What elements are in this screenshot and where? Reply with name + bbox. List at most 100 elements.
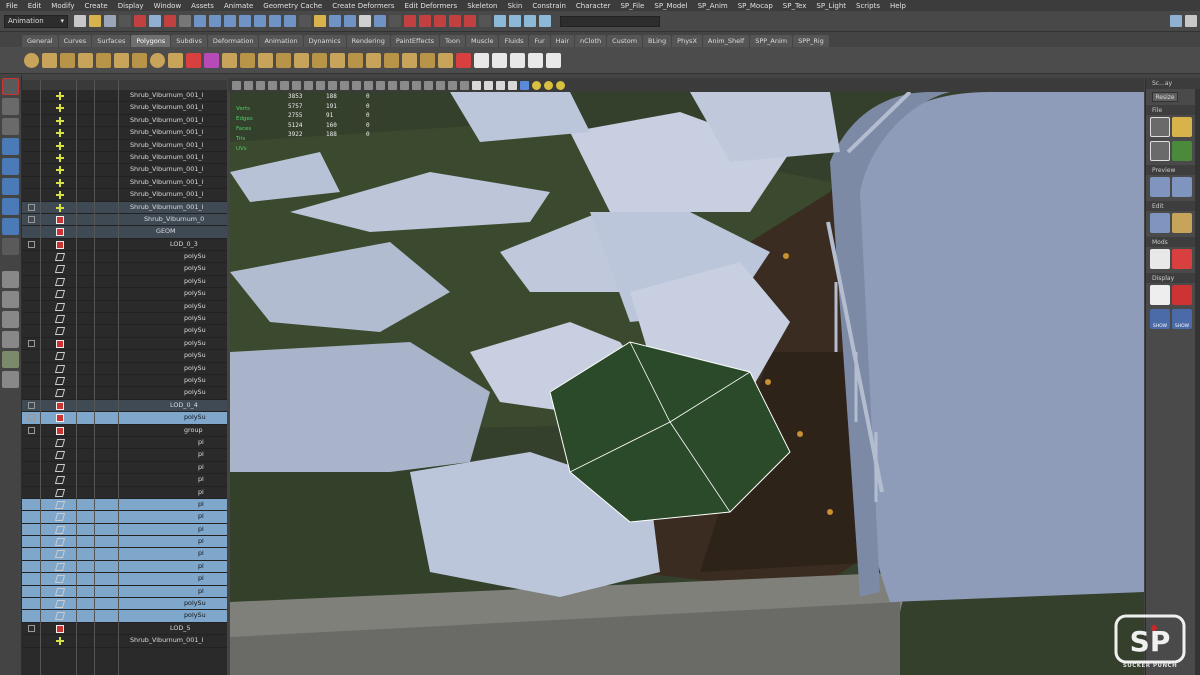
outliner-row[interactable]: GEOM <box>22 226 227 239</box>
history-icon[interactable] <box>404 15 416 27</box>
outliner-row[interactable]: pl <box>22 536 227 549</box>
smooth-shade-icon[interactable] <box>376 80 385 90</box>
tab-bling[interactable]: BLing <box>643 35 672 47</box>
mirror-icon[interactable] <box>276 52 291 68</box>
menu-sp-anim[interactable]: SP_Anim <box>698 2 728 10</box>
input-line-icon[interactable] <box>524 15 536 27</box>
pick-mask-icon[interactable] <box>224 15 236 27</box>
lights-icon[interactable] <box>412 80 421 90</box>
gate-mask-icon[interactable] <box>316 80 325 90</box>
checker-icon[interactable] <box>492 52 507 68</box>
tab-dynamics[interactable]: Dynamics <box>303 35 346 47</box>
menu-sp-tex[interactable]: SP_Tex <box>783 2 807 10</box>
outliner-row[interactable]: polySu <box>22 288 227 301</box>
render-icon[interactable] <box>419 15 431 27</box>
outliner-row[interactable]: polySu <box>22 350 227 363</box>
select-tool-icon[interactable] <box>2 78 19 95</box>
pick-mask-icon[interactable] <box>239 15 251 27</box>
outliner-row[interactable]: polySu <box>22 375 227 388</box>
3d-viewport[interactable]: Verts Edges Faces Tris UVs 3853 188 0 5757 1… <box>230 92 1144 675</box>
selected-lights-icon[interactable] <box>556 80 565 90</box>
image-plane-icon[interactable] <box>268 80 277 90</box>
tab-physx[interactable]: PhysX <box>672 35 702 47</box>
textured-icon[interactable] <box>400 80 409 90</box>
camera-icon[interactable] <box>232 80 241 90</box>
tab-spp-anim[interactable]: SPP_Anim <box>750 35 793 47</box>
grid-icon[interactable] <box>280 80 289 90</box>
tab-anim-shelf[interactable]: Anim_Shelf <box>702 35 750 47</box>
outliner-row[interactable]: Shrub_Viburnum_001_l <box>22 90 227 103</box>
reduce-icon[interactable] <box>258 52 273 68</box>
input-line-icon[interactable] <box>509 15 521 27</box>
menu-display[interactable]: Display <box>118 2 144 10</box>
lasso-tool-icon[interactable] <box>2 98 19 115</box>
edit-box-icon[interactable] <box>1172 213 1192 233</box>
poly-sphere-icon[interactable] <box>24 52 39 68</box>
offset-edge-icon[interactable] <box>384 52 399 68</box>
poly-torus-icon[interactable] <box>114 52 129 68</box>
wireframe-on-shaded-icon[interactable] <box>388 80 397 90</box>
layout-two-icon[interactable] <box>2 311 19 328</box>
outliner-row[interactable]: pl <box>22 474 227 487</box>
shaded-sphere-icon[interactable] <box>520 80 529 90</box>
menu-assets[interactable]: Assets <box>191 2 214 10</box>
outliner-row[interactable]: polySu <box>22 412 227 425</box>
checker-icon[interactable] <box>510 52 525 68</box>
menu-skin[interactable]: Skin <box>507 2 522 10</box>
bridge-icon[interactable] <box>312 52 327 68</box>
menu-sp-mocap[interactable]: SP_Mocap <box>738 2 773 10</box>
last-tool-icon[interactable] <box>2 238 19 255</box>
outliner-row[interactable]: Shrub_Viburnum_001_l <box>22 140 227 152</box>
safe-action-icon[interactable] <box>340 80 349 90</box>
tab-fur[interactable]: Fur <box>529 35 550 47</box>
lock-icon[interactable] <box>314 15 326 27</box>
outliner-row[interactable]: polySu <box>22 610 227 623</box>
poly-cone-icon[interactable] <box>78 52 93 68</box>
menu-window[interactable]: Window <box>154 2 182 10</box>
menu-scripts[interactable]: Scripts <box>856 2 880 10</box>
outliner-row[interactable]: polySu <box>22 251 227 264</box>
layout-single-icon[interactable] <box>2 271 19 288</box>
outliner-row[interactable]: polySu <box>22 363 227 375</box>
menu-create-deformers[interactable]: Create Deformers <box>332 2 394 10</box>
menu-help[interactable]: Help <box>890 2 906 10</box>
save-file-icon[interactable] <box>1150 141 1170 161</box>
soft-mod-tool-icon[interactable] <box>2 218 19 235</box>
preview-cubes-icon[interactable] <box>1172 177 1192 197</box>
rotate-tool-icon[interactable] <box>2 158 19 175</box>
cube-view-icon[interactable] <box>496 80 505 90</box>
input-line-icon[interactable] <box>539 15 551 27</box>
side-panel-scrollbar[interactable] <box>1195 89 1200 675</box>
outliner-row[interactable]: pl <box>22 560 227 574</box>
bookmark-icon[interactable] <box>256 80 265 90</box>
film-gate-icon[interactable] <box>292 80 301 90</box>
resize-button[interactable]: Resize <box>1152 92 1178 102</box>
insert-edge-loop-icon[interactable] <box>366 52 381 68</box>
tab-muscle[interactable]: Muscle <box>465 35 499 47</box>
menu-modify[interactable]: Modify <box>51 2 74 10</box>
export-file-icon[interactable] <box>1172 141 1192 161</box>
outliner-row[interactable]: Shrub_Viburnum_0 <box>22 213 227 227</box>
outliner-row[interactable]: pl <box>22 462 227 475</box>
wireframe-icon[interactable] <box>364 80 373 90</box>
merge-icon[interactable] <box>420 52 435 68</box>
move-tool-icon[interactable] <box>2 138 19 155</box>
extrude-icon[interactable] <box>294 52 309 68</box>
snap-plane-icon[interactable] <box>374 15 386 27</box>
menu-character[interactable]: Character <box>576 2 611 10</box>
outliner-row[interactable]: polySu <box>22 276 227 289</box>
snap-point-icon[interactable] <box>359 15 371 27</box>
poly-prism-icon[interactable] <box>132 52 147 68</box>
menu-skeleton[interactable]: Skeleton <box>467 2 497 10</box>
outliner-row[interactable]: polySu <box>22 313 227 326</box>
outliner-row[interactable]: LOD_0_4 <box>22 399 227 413</box>
checker-icon[interactable] <box>546 52 561 68</box>
pick-mask-icon[interactable] <box>284 15 296 27</box>
outliner-row[interactable]: Shrub_Viburnum_001_l <box>22 201 227 214</box>
xray-icon[interactable] <box>436 80 445 90</box>
display-r-icon[interactable] <box>1150 285 1170 305</box>
poly-pipe-icon[interactable] <box>150 52 165 68</box>
edit-cube-icon[interactable] <box>1150 213 1170 233</box>
tab-deformation[interactable]: Deformation <box>207 35 259 47</box>
outliner-row[interactable]: pl <box>22 498 227 512</box>
